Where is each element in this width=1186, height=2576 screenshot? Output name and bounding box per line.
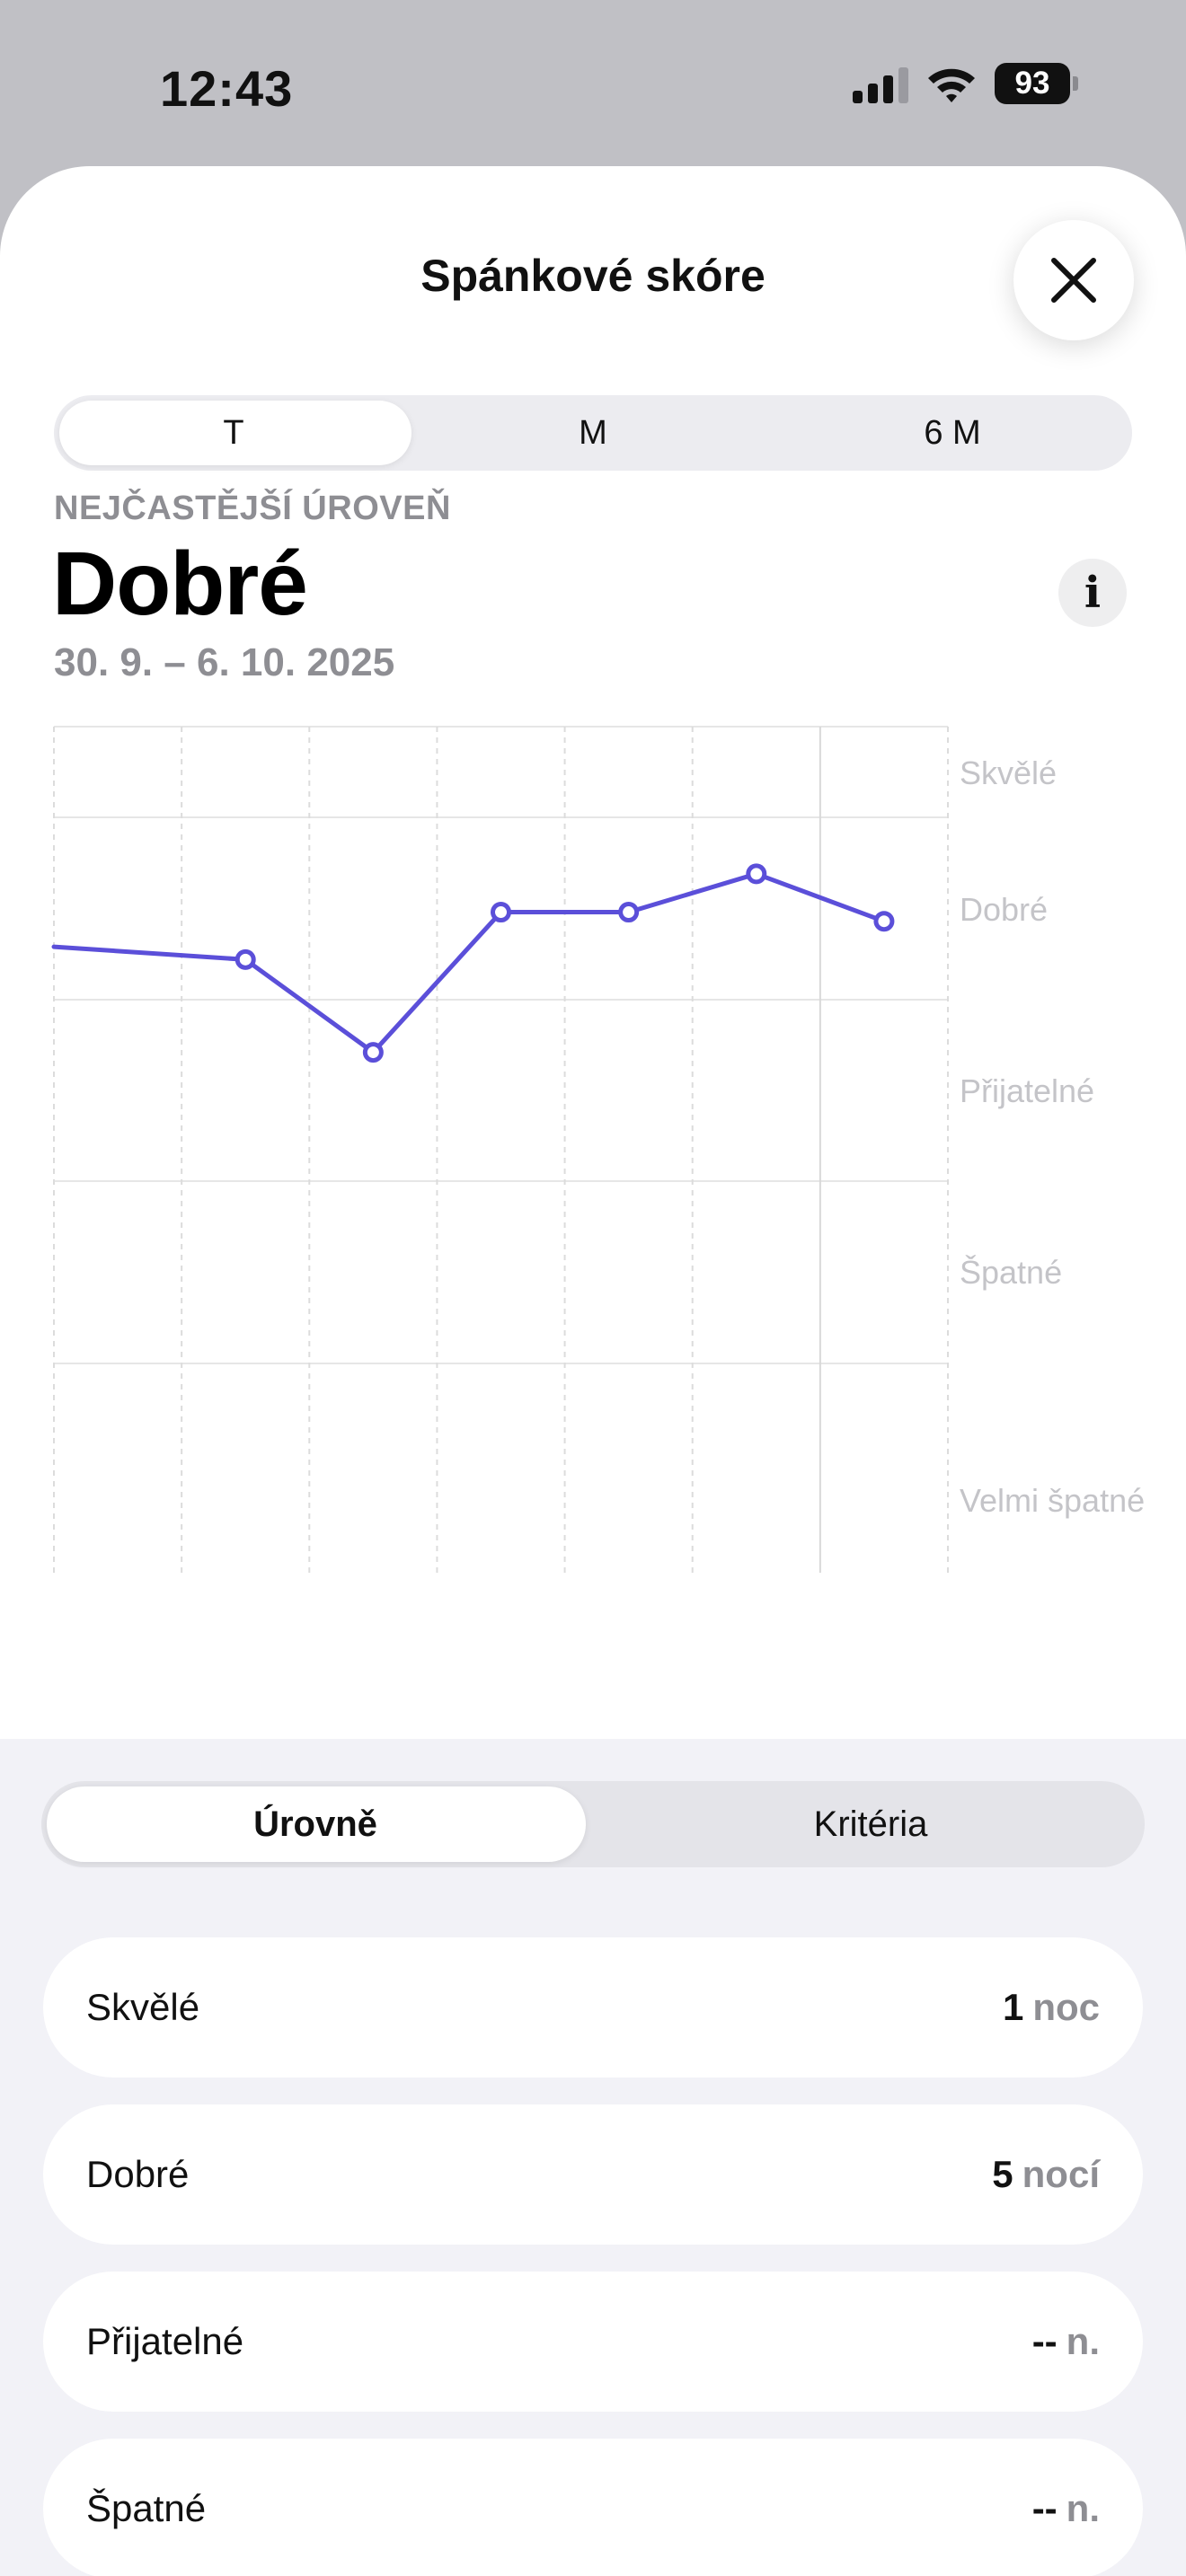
level-count: 5 nocí: [992, 2104, 1100, 2245]
sleep-score-sheet: Spánkové skóre T M 6 M NEJČASTĚJŠÍ ÚROVE…: [0, 166, 1186, 2576]
data-point: [746, 863, 767, 885]
level-count-unit: nocí: [1022, 2153, 1100, 2195]
y-level-label: Dobré: [960, 891, 1048, 928]
status-bar: 12:43 93: [0, 0, 1186, 171]
level-row-poor[interactable]: Špatné -- n.: [43, 2439, 1143, 2576]
levels-panel: Úrovně Kritéria Skvělé 1 noc Dobré 5 noc…: [0, 1739, 1186, 2576]
data-point: [235, 948, 256, 970]
data-point: [491, 902, 511, 923]
level-count-unit: noc: [1032, 1986, 1100, 2028]
level-count: 1 noc: [1003, 1937, 1100, 2078]
level-count-number: --: [1031, 2487, 1058, 2529]
level-count-unit: n.: [1066, 2487, 1100, 2529]
level-name: Skvělé: [86, 1986, 200, 2028]
level-count-number: 5: [992, 2153, 1013, 2195]
y-level-label: Velmi špatné: [960, 1482, 1145, 1519]
level-count: -- n.: [1032, 2439, 1100, 2576]
level-count-unit: n.: [1066, 2320, 1100, 2362]
status-time: 12:43: [160, 60, 294, 117]
level-row-good[interactable]: Dobré 5 nocí: [43, 2104, 1143, 2245]
battery-icon: 93: [995, 63, 1078, 104]
y-level-label: Špatné: [960, 1254, 1062, 1291]
status-icons: 93: [853, 63, 1078, 104]
sleep-score-chart: útstčtpásonepoSkvěléDobréPřijatelnéŠpatn…: [51, 726, 1145, 1573]
levels-criteria-segmented-control: Úrovně Kritéria: [41, 1781, 1145, 1867]
level-row-acceptable[interactable]: Přijatelné -- n.: [43, 2272, 1143, 2412]
y-level-label: Skvělé: [960, 754, 1057, 791]
cellular-signal-icon: [853, 64, 908, 103]
tab-levels[interactable]: Úrovně: [41, 1781, 589, 1867]
data-point: [873, 911, 895, 932]
level-count-number: 1: [1002, 1986, 1024, 2028]
level-name: Dobré: [86, 2153, 190, 2195]
tab-criteria[interactable]: Kritéria: [597, 1781, 1145, 1867]
data-point: [362, 1042, 384, 1063]
level-count-number: --: [1031, 2320, 1058, 2362]
score-line: [51, 871, 887, 1055]
y-level-label: Přijatelné: [960, 1072, 1094, 1109]
wifi-icon: [928, 68, 975, 102]
data-point: [618, 902, 640, 923]
level-name: Přijatelné: [86, 2320, 244, 2362]
battery-level: 93: [995, 63, 1070, 104]
level-row-great[interactable]: Skvělé 1 noc: [43, 1937, 1143, 2078]
level-count: -- n.: [1032, 2272, 1100, 2412]
level-name: Špatné: [86, 2487, 207, 2529]
